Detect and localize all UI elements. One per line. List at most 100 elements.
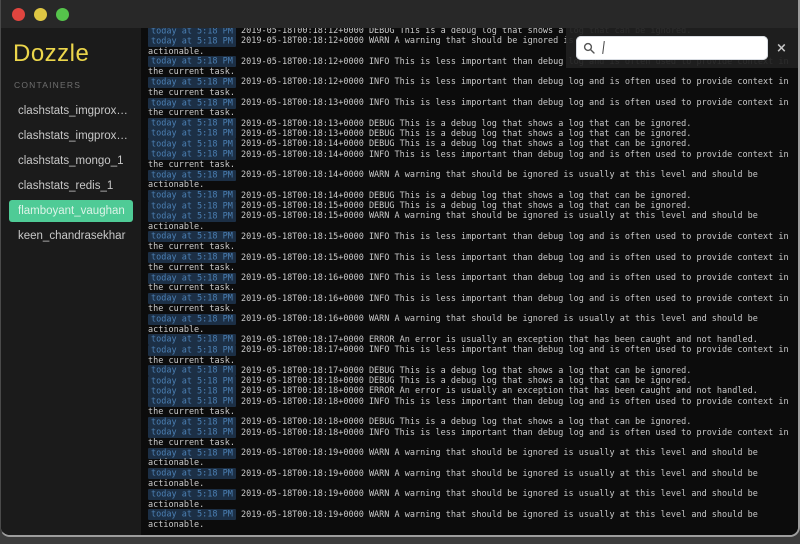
- log-entry: today at 5:18 PM 2019-05-18T00:18:16+000…: [148, 314, 793, 335]
- log-message: 2019-05-18T00:18:13+0000 DEBUG This is a…: [236, 119, 691, 129]
- log-timestamp-badge: today at 5:18 PM: [148, 170, 236, 181]
- container-name-label: clashstats_redis_1: [18, 180, 113, 192]
- log-message: 2019-05-18T00:18:15+0000 WARN A warning …: [148, 211, 758, 231]
- log-timestamp-badge: today at 5:18 PM: [148, 231, 236, 242]
- log-timestamp-badge: today at 5:18 PM: [148, 77, 236, 88]
- log-timestamp-badge: today at 5:18 PM: [148, 128, 236, 139]
- sidebar-item-container[interactable]: flamboyant_vaughan: [9, 200, 133, 222]
- log-timestamp-badge: today at 5:18 PM: [148, 427, 236, 438]
- log-timestamp-badge: today at 5:18 PM: [148, 314, 236, 325]
- log-timestamp-badge: today at 5:18 PM: [148, 56, 236, 67]
- log-entry: today at 5:18 PM 2019-05-18T00:18:18+000…: [148, 397, 793, 418]
- search-box: [576, 36, 768, 60]
- log-message: 2019-05-18T00:18:14+0000 WARN A warning …: [148, 170, 758, 190]
- app-logo: Dozzle: [1, 38, 141, 78]
- log-message: 2019-05-18T00:18:19+0000 WARN A warning …: [148, 489, 758, 509]
- sidebar-item-container[interactable]: clashstats_redis_1: [9, 175, 133, 197]
- log-entry: today at 5:18 PM 2019-05-18T00:18:18+000…: [148, 376, 793, 386]
- log-message: 2019-05-18T00:18:15+0000 DEBUG This is a…: [236, 201, 691, 211]
- log-entry: today at 5:18 PM 2019-05-18T00:18:18+000…: [148, 417, 793, 427]
- log-timestamp-badge: today at 5:18 PM: [148, 468, 236, 479]
- log-message: 2019-05-18T00:18:17+0000 ERROR An error …: [236, 335, 758, 345]
- log-timestamp-badge: today at 5:18 PM: [148, 345, 236, 356]
- log-entry: today at 5:18 PM 2019-05-18T00:18:14+000…: [148, 139, 793, 149]
- log-entry: today at 5:18 PM 2019-05-18T00:18:18+000…: [148, 428, 793, 449]
- close-search-icon[interactable]: ×: [776, 42, 787, 55]
- log-entry: today at 5:18 PM 2019-05-18T00:18:14+000…: [148, 170, 793, 191]
- log-entry: today at 5:18 PM 2019-05-18T00:18:19+000…: [148, 489, 793, 510]
- log-entry: today at 5:18 PM 2019-05-18T00:18:14+000…: [148, 191, 793, 201]
- log-entry: today at 5:18 PM 2019-05-18T00:18:16+000…: [148, 294, 793, 315]
- log-message: 2019-05-18T00:18:15+0000 INFO This is le…: [148, 232, 789, 252]
- log-entry: today at 5:18 PM 2019-05-18T00:18:18+000…: [148, 386, 793, 396]
- log-message: 2019-05-18T00:18:16+0000 INFO This is le…: [148, 273, 789, 293]
- log-entry: today at 5:18 PM 2019-05-18T00:18:13+000…: [148, 129, 793, 139]
- container-name-label: keen_chandrasekhar: [18, 230, 125, 242]
- main-area: Dozzle CONTAINERS clashstats_imgprox…cla…: [1, 28, 798, 535]
- log-entry: today at 5:18 PM 2019-05-18T00:18:12+000…: [148, 77, 793, 98]
- log-entry: today at 5:18 PM 2019-05-18T00:18:15+000…: [148, 253, 793, 274]
- log-message: 2019-05-18T00:18:19+0000 WARN A warning …: [148, 469, 758, 489]
- log-entry: today at 5:18 PM 2019-05-18T00:18:15+000…: [148, 211, 793, 232]
- log-timestamp-badge: today at 5:18 PM: [148, 273, 236, 284]
- log-stream: today at 5:18 PM 2019-05-18T00:18:12+000…: [141, 28, 798, 535]
- log-entry: today at 5:18 PM 2019-05-18T00:18:16+000…: [148, 273, 793, 294]
- log-timestamp-badge: today at 5:18 PM: [148, 334, 236, 345]
- container-name-label: clashstats_imgprox…: [18, 130, 128, 142]
- log-message: 2019-05-18T00:18:18+0000 INFO This is le…: [148, 428, 789, 448]
- search-overlay: ×: [566, 28, 798, 68]
- log-message: 2019-05-18T00:18:16+0000 INFO This is le…: [148, 294, 789, 314]
- log-message: 2019-05-18T00:18:18+0000 DEBUG This is a…: [236, 417, 691, 427]
- log-entry: today at 5:18 PM 2019-05-18T00:18:17+000…: [148, 335, 793, 345]
- sidebar-item-container[interactable]: clashstats_imgprox…: [9, 125, 133, 147]
- log-timestamp-badge: today at 5:18 PM: [148, 489, 236, 500]
- search-input[interactable]: [600, 36, 760, 60]
- log-message: 2019-05-18T00:18:18+0000 ERROR An error …: [236, 386, 758, 396]
- log-entry: today at 5:18 PM 2019-05-18T00:18:15+000…: [148, 201, 793, 211]
- log-timestamp-badge: today at 5:18 PM: [148, 293, 236, 304]
- log-entry: today at 5:18 PM 2019-05-18T00:18:13+000…: [148, 98, 793, 119]
- log-message: 2019-05-18T00:18:14+0000 DEBUG This is a…: [236, 139, 691, 149]
- log-message: 2019-05-18T00:18:19+0000 WARN A warning …: [148, 510, 758, 530]
- log-timestamp-badge: today at 5:18 PM: [148, 448, 236, 459]
- log-entry: today at 5:18 PM 2019-05-18T00:18:19+000…: [148, 469, 793, 490]
- log-timestamp-badge: today at 5:18 PM: [148, 376, 236, 387]
- log-message: 2019-05-18T00:18:17+0000 DEBUG This is a…: [236, 366, 691, 376]
- log-timestamp-badge: today at 5:18 PM: [148, 190, 236, 201]
- log-timestamp-badge: today at 5:18 PM: [148, 201, 236, 212]
- window-close-button[interactable]: [12, 8, 25, 21]
- sidebar-item-container[interactable]: clashstats_imgprox…: [9, 100, 133, 122]
- log-message: 2019-05-18T00:18:18+0000 DEBUG This is a…: [236, 376, 691, 386]
- log-entry: today at 5:18 PM 2019-05-18T00:18:19+000…: [148, 510, 793, 531]
- container-list: clashstats_imgprox… clashstats_imgprox…cl…: [1, 100, 141, 247]
- log-timestamp-badge: today at 5:18 PM: [148, 252, 236, 263]
- app-window: Dozzle CONTAINERS clashstats_imgprox…cla…: [0, 0, 800, 537]
- window-zoom-button[interactable]: [56, 8, 69, 21]
- window-titlebar: [1, 0, 798, 28]
- sidebar-item-container[interactable]: clashstats_mongo_1: [9, 150, 133, 172]
- container-name-label: clashstats_mongo_1: [18, 155, 123, 167]
- window-minimize-button[interactable]: [34, 8, 47, 21]
- log-timestamp-badge: today at 5:18 PM: [148, 365, 236, 376]
- search-icon: [583, 42, 595, 54]
- log-message: 2019-05-18T00:18:12+0000 INFO This is le…: [148, 77, 789, 97]
- log-message: 2019-05-18T00:18:19+0000 WARN A warning …: [148, 448, 758, 468]
- log-entry: today at 5:18 PM 2019-05-18T00:18:17+000…: [148, 345, 793, 366]
- log-entry: today at 5:18 PM 2019-05-18T00:18:17+000…: [148, 366, 793, 376]
- log-timestamp-badge: today at 5:18 PM: [148, 149, 236, 160]
- log-timestamp-badge: today at 5:18 PM: [148, 98, 236, 109]
- log-pane[interactable]: today at 5:18 PM 2019-05-18T00:18:12+000…: [141, 28, 798, 535]
- log-timestamp-badge: today at 5:18 PM: [148, 396, 236, 407]
- log-timestamp-badge: today at 5:18 PM: [148, 36, 236, 47]
- log-message: 2019-05-18T00:18:13+0000 DEBUG This is a…: [236, 129, 691, 139]
- log-message: 2019-05-18T00:18:14+0000 DEBUG This is a…: [236, 191, 691, 201]
- container-name-label: flamboyant_vaughan: [18, 205, 125, 217]
- log-entry: today at 5:18 PM 2019-05-18T00:18:19+000…: [148, 448, 793, 469]
- log-message: 2019-05-18T00:18:16+0000 WARN A warning …: [148, 314, 758, 334]
- log-timestamp-badge: today at 5:18 PM: [148, 211, 236, 222]
- containers-section-label: CONTAINERS: [1, 78, 141, 100]
- log-entry: today at 5:18 PM 2019-05-18T00:18:14+000…: [148, 150, 793, 171]
- log-message: 2019-05-18T00:18:17+0000 INFO This is le…: [148, 345, 789, 365]
- log-message: 2019-05-18T00:18:14+0000 INFO This is le…: [148, 150, 789, 170]
- sidebar-item-container[interactable]: keen_chandrasekhar: [9, 225, 133, 247]
